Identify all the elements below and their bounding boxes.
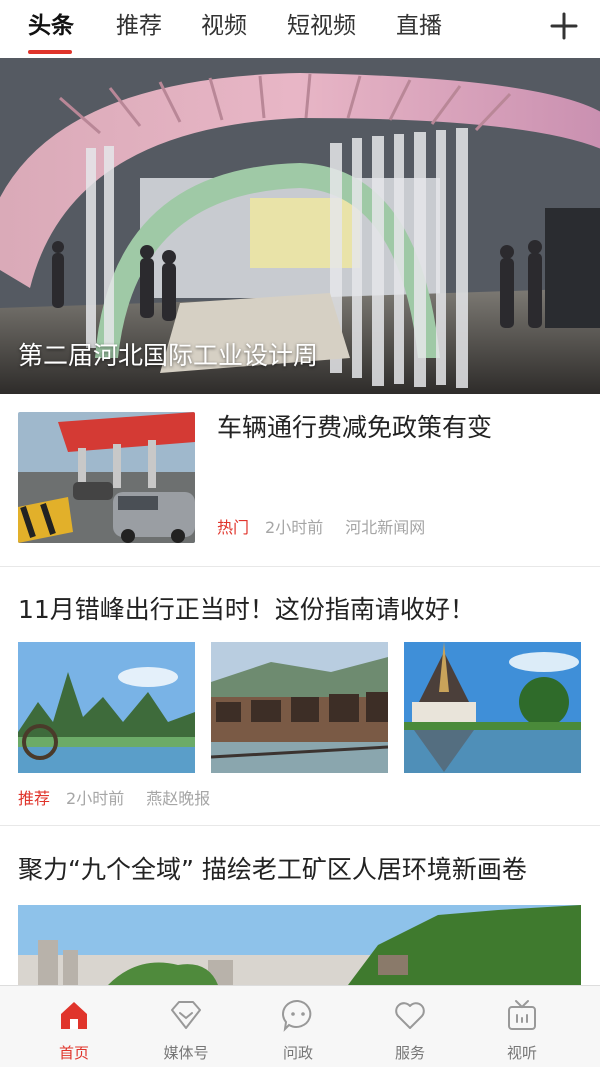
article-image[interactable] [18,642,195,773]
article-title[interactable]: 11月错峰出行正当时！这份指南请收好！ [18,590,475,630]
nav-media[interactable]: 媒体号 [126,986,246,1067]
article-source: 燕赵晚报 [146,789,211,808]
tab-headlines[interactable]: 头条 [28,8,74,44]
article-image[interactable] [404,642,581,773]
article-title[interactable]: 车辆通行费减免政策有变 [217,410,492,446]
nav-media-label: 媒体号 [163,1044,209,1062]
tab-video[interactable]: 视频 [201,8,247,44]
chat-bubble-icon [282,999,312,1032]
article-source: 河北新闻网 [345,518,426,537]
heart-icon [395,1002,425,1029]
nav-inquiry-label: 问政 [282,1044,313,1062]
plus-icon[interactable] [546,8,582,44]
article-tag: 推荐 [18,789,51,808]
hero-banner[interactable]: 第二届河北国际工业设计周 [0,58,600,394]
article-tag: 热门 [217,518,250,537]
nav-service-label: 服务 [394,1044,425,1062]
active-tab-indicator [28,50,72,54]
tab-live[interactable]: 直播 [396,8,442,44]
article-time: 2小时前 [265,518,324,537]
article-image[interactable] [211,642,388,773]
media-diamond-icon [171,1001,201,1029]
home-icon [61,1002,87,1029]
tab-recommended[interactable]: 推荐 [116,8,162,44]
nav-inquiry[interactable]: 问政 [238,986,358,1067]
tab-short-video[interactable]: 短视频 [287,8,356,44]
tv-icon [508,1000,536,1030]
divider [0,566,600,567]
article-thumbnail[interactable] [18,412,195,543]
article-image[interactable] [18,905,581,985]
article-time: 2小时前 [66,789,125,808]
top-tab-bar: 头条 推荐 视频 短视频 直播 [0,0,600,58]
nav-home[interactable]: 首页 [14,986,134,1067]
article-meta: 热门 2小时前 河北新闻网 [217,514,425,538]
divider [0,825,600,826]
article-meta: 推荐 2小时前 燕赵晚报 [18,785,210,809]
nav-service[interactable]: 服务 [350,986,470,1067]
nav-home-label: 首页 [58,1044,89,1062]
hero-title: 第二届河北国际工业设计周 [18,341,319,370]
bottom-navigation: 首页 媒体号 问政 服务 视听 [0,985,600,1067]
article-title[interactable]: 聚力“九个全域” 描绘老工矿区人居环境新画卷 [18,850,527,890]
nav-audiovisual[interactable]: 视听 [462,986,582,1067]
nav-audiovisual-label: 视听 [506,1044,537,1062]
